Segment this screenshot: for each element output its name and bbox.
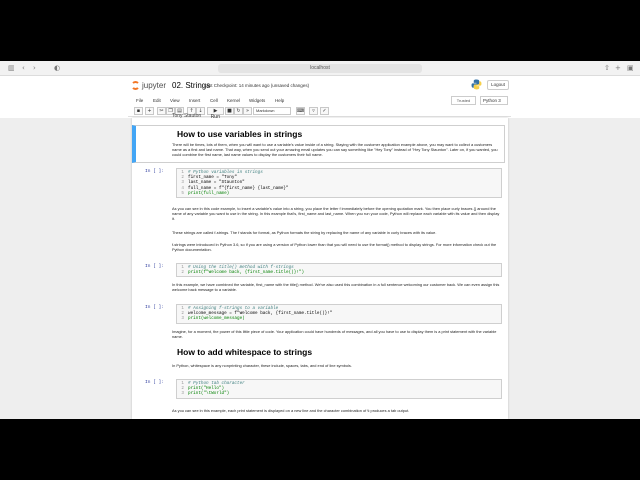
trusted-badge[interactable]: Trusted <box>451 96 476 105</box>
cell-prompt: In [ ]: <box>145 264 164 269</box>
cell-prompt: In [ ]: <box>145 380 164 385</box>
share-icon[interactable]: ⇧ <box>604 64 610 73</box>
cell-type-select[interactable]: Markdown <box>253 107 291 115</box>
code-cell-title-method[interactable]: 1 # Using the title() method with f-strin… <box>176 263 502 278</box>
markdown-whitespace-intro: In Python, whitespace is any nonprinting… <box>172 363 352 368</box>
menu-kernel[interactable]: Kernel <box>227 96 240 106</box>
code-cell-tab-character[interactable]: 1 # Python tab character 2 print("Hello") … <box>176 379 502 399</box>
kernel-indicator[interactable]: Python 3 <box>480 96 508 105</box>
heading-whitespace: How to add whitespace to strings <box>177 347 313 357</box>
code-line: print(welcome_message) <box>188 316 245 322</box>
new-tab-icon[interactable]: + <box>615 64 621 73</box>
markdown-imagine: Imagine, for a moment, the power of this… <box>172 329 497 340</box>
insert-cell-icon[interactable]: + <box>145 107 154 115</box>
notebook-area: Tony Stauton How to use variables in str… <box>0 113 640 419</box>
markdown-tab-output: As you can see in this example, each pri… <box>172 408 410 413</box>
browser-toolbar: ▥ ‹ › ◐ localhost ⇧ + ▣ <box>0 61 640 76</box>
trusted-label: Trusted <box>456 98 471 103</box>
logout-label: Logout <box>491 82 505 87</box>
code-line: print("\tWorld") <box>188 391 230 397</box>
menu-widgets[interactable]: Widgets <box>249 96 265 106</box>
run-button[interactable]: ▶ Run <box>207 107 224 120</box>
logout-button[interactable]: Logout <box>487 80 509 90</box>
url-text: localhost <box>310 65 330 71</box>
interrupt-icon[interactable]: ■ <box>225 107 234 115</box>
code-line: print(f"Welcome back, {first_name.title(… <box>188 270 305 276</box>
markdown-fstring-explained: As you can see in this code example, to … <box>172 206 500 222</box>
kernel-name-label: Python 3 <box>483 98 501 103</box>
checkpoint-status: Last Checkpoint: 14 minutes ago (unsaved… <box>204 83 310 88</box>
code-cell-variables[interactable]: 1 # Python variables in strings 2 first_na… <box>176 168 502 198</box>
markdown-fstrings-called: These strings are called f-strings. The … <box>172 230 437 235</box>
address-bar[interactable]: localhost <box>218 64 422 73</box>
cell-prompt: In [ ]: <box>145 169 164 174</box>
extra-toolbar-icon[interactable]: ▿ <box>309 107 318 115</box>
code-cell-assign-fstring[interactable]: 1 # Assigning f-strings to a variable 2 we… <box>176 304 502 324</box>
menu-file[interactable]: File <box>136 96 143 106</box>
restart-run-all-icon[interactable]: » <box>243 107 252 115</box>
sidebar-toggle-icon[interactable]: ▥ <box>8 64 15 73</box>
tabs-overview-icon[interactable]: ▣ <box>627 64 634 73</box>
markdown-intro: There will be times, lots of them, when … <box>172 142 498 158</box>
menu-cell[interactable]: Cell <box>210 96 218 106</box>
scrolled-text: Tony Stauton <box>172 113 202 119</box>
jupyter-logo[interactable]: jupyter <box>131 80 171 92</box>
browser-window: ▥ ‹ › ◐ localhost ⇧ + ▣ jupyter 02. Stri… <box>0 61 640 419</box>
markdown-title-combination: In this example, we have combined the va… <box>172 282 500 293</box>
cell-prompt: In [ ]: <box>145 305 164 310</box>
jupyter-header: jupyter 02. Strings Last Checkpoint: 14 … <box>0 76 640 96</box>
menu-view[interactable]: View <box>170 96 180 106</box>
jupyter-logo-text: jupyter <box>142 81 167 90</box>
cell-type-value: Markdown <box>256 108 275 113</box>
restart-icon[interactable]: ↻ <box>234 107 243 115</box>
toggle-icon[interactable]: ✓ <box>320 107 329 115</box>
back-icon[interactable]: ‹ <box>22 64 25 73</box>
cut-icon[interactable]: ✂ <box>157 107 166 115</box>
menu-edit[interactable]: Edit <box>153 96 161 106</box>
heading-variables-in-strings: How to use variables in strings <box>177 129 303 139</box>
forward-icon[interactable]: › <box>33 64 36 73</box>
menu-help[interactable]: Help <box>275 96 284 106</box>
save-icon[interactable]: ▪ <box>134 107 143 115</box>
command-palette-icon[interactable]: ⌨ <box>296 107 305 115</box>
notebook-page: Tony Stauton How to use variables in str… <box>132 113 508 419</box>
menu-insert[interactable]: Insert <box>189 96 200 106</box>
code-line: print(full_name) <box>188 190 230 196</box>
shield-icon[interactable]: ◐ <box>54 64 60 73</box>
jupyter-logo-icon <box>131 81 140 90</box>
markdown-python36-note: f-strings were introduced in Python 3.6,… <box>172 242 497 253</box>
python-logo-icon <box>471 79 482 90</box>
